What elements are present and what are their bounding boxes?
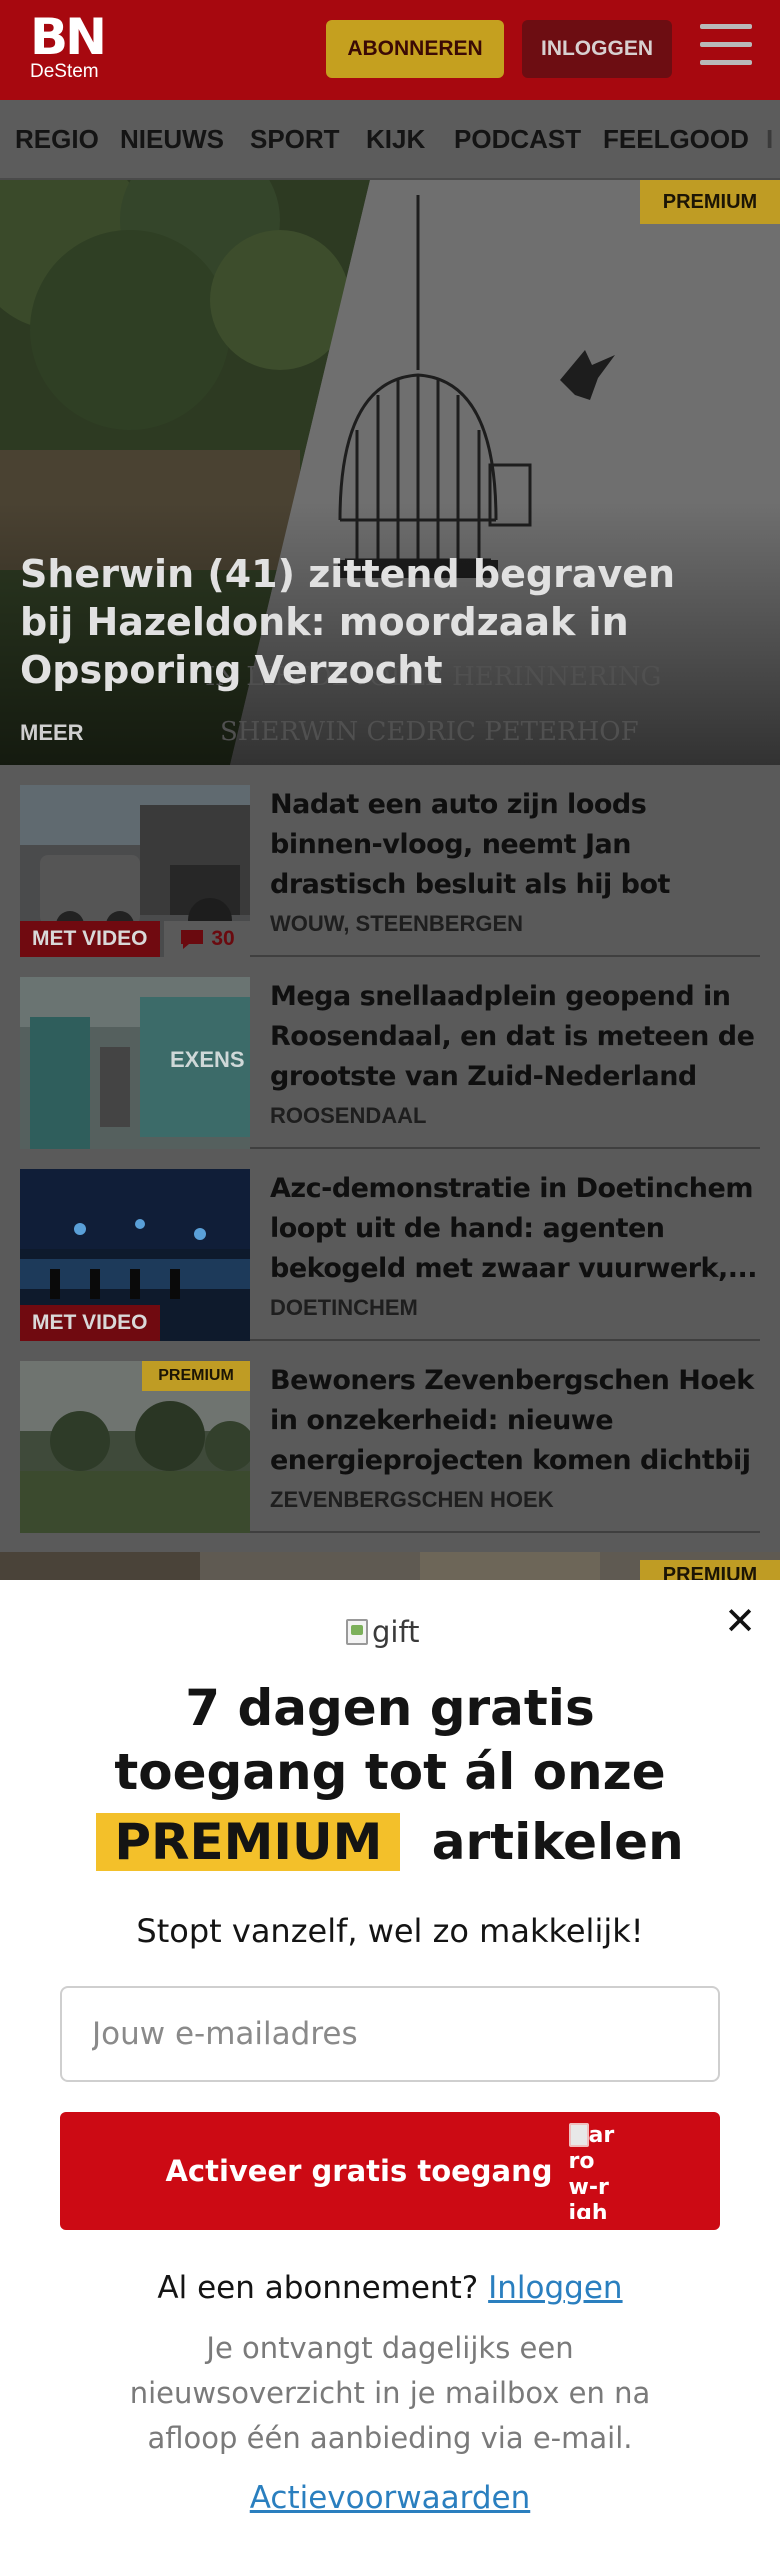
article-location: DOETINCHEM (270, 1295, 418, 1320)
premium-badge: PREMIUM (640, 180, 780, 224)
next-article-peek: PREMIUM (0, 1552, 780, 1582)
hero-title[interactable]: Sherwin (41) zittend begraven bij Hazeld… (20, 550, 740, 694)
article-title[interactable]: Bewoners Zevenbergschen Hoek in onzekerh… (270, 1361, 760, 1481)
article-thumbnail: PREMIUM (20, 1361, 250, 1533)
hero-article[interactable]: IN LIEFDEVOLLE HERINNERING SHERWIN CEDRI… (0, 180, 780, 765)
article-title[interactable]: Nadat een auto zijn loods binnen-vloog, … (270, 785, 760, 905)
nav-item-regio[interactable]: REGIO (15, 124, 99, 155)
article-location: ROOSENDAAL (270, 1103, 427, 1128)
comment-count[interactable]: 30 (164, 921, 250, 957)
info-text: Je ontvangt dagelijks een nieuwsoverzich… (129, 2331, 651, 2455)
logo-sub: DeStem (30, 61, 99, 82)
article-thumbnail: EXENS (20, 977, 250, 1149)
headline-line-2: toegang tot ál onze (114, 1743, 666, 1801)
article-location: WOUW, STEENBERGEN (270, 911, 524, 936)
menu-icon[interactable] (700, 24, 752, 72)
terms-link[interactable]: Actievoorwaarden (0, 2480, 780, 2516)
nav-item-nieuws[interactable]: NIEUWS (120, 124, 224, 155)
modal-headline: 7 dagen gratis toegang tot ál onze PREMI… (0, 1676, 780, 1874)
already-text: Al een abonnement? (157, 2270, 479, 2306)
premium-trial-modal: ✕ gift 7 dagen gratis toegang tot ál onz… (0, 1580, 780, 2560)
modal-subline: Stopt vanzelf, wel zo makkelijk! (136, 1912, 644, 1950)
activate-label: Activeer gratis toegang (165, 2154, 553, 2188)
article-thumbnail: MET VIDEO 30 (20, 785, 250, 957)
nav-item-sport[interactable]: SPORT (250, 124, 340, 155)
headline-line-1: 7 dagen gratis (185, 1679, 595, 1737)
list-item[interactable]: EXENS Mega snellaadplein geopend in Roos… (20, 957, 760, 1149)
arrow-right-icon: arrow-right (568, 2123, 615, 2219)
list-item[interactable]: MET VIDEO 30 Nadat een auto zijn loods b… (20, 765, 760, 957)
already-subscribed: Al een abonnement? Inloggen (0, 2270, 780, 2306)
nav-item-feelgood[interactable]: FEELGOOD (603, 124, 749, 155)
email-field[interactable] (60, 1986, 720, 2082)
premium-badge: PREMIUM (640, 1560, 780, 1582)
hero-image-caption-2: SHERWIN CEDRIC PETERHOF (220, 717, 639, 747)
site-logo[interactable]: BN DeStem (30, 8, 107, 82)
video-tag: MET VIDEO (20, 1305, 160, 1341)
nav-item-podcast[interactable]: PODCAST (454, 124, 581, 155)
broken-image-icon (346, 1619, 368, 1645)
article-location: ZEVENBERGSCHEN HOEK (270, 1487, 554, 1512)
list-item[interactable]: MET VIDEO Azc-demonstratie in Doetinchem… (20, 1149, 760, 1341)
page: BN DeStem ABONNEREN INLOGGEN REGIO NIEUW… (0, 0, 780, 2560)
logo-main: BN (30, 8, 107, 66)
hero-more-link[interactable]: MEER (20, 720, 84, 746)
article-title[interactable]: Azc-demonstratie in Doetinchem loopt uit… (270, 1169, 760, 1289)
comment-icon (181, 930, 204, 949)
gift-alt-text: gift (372, 1615, 420, 1649)
gift-icon: gift (346, 1612, 420, 1652)
list-item[interactable]: PREMIUM Bewoners Zevenbergschen Hoek in … (20, 1341, 760, 1533)
article-thumbnail: MET VIDEO (20, 1169, 250, 1341)
premium-badge: PREMIUM (142, 1361, 250, 1391)
comment-count-value: 30 (211, 927, 235, 950)
nav-overflow-indicator: I (766, 124, 774, 154)
activate-button[interactable]: Activeer gratis toegang arrow-right (60, 2112, 720, 2230)
login-button[interactable]: INLOGGEN (522, 20, 672, 78)
login-link[interactable]: Inloggen (488, 2270, 622, 2306)
premium-highlight: PREMIUM (96, 1813, 401, 1871)
nav-item-kijk[interactable]: KIJK (366, 124, 425, 155)
video-tag: MET VIDEO (20, 921, 160, 957)
close-icon[interactable]: ✕ (720, 1602, 760, 1642)
article-title[interactable]: Mega snellaadplein geopend in Roosendaal… (270, 977, 760, 1097)
section-nav: REGIO NIEUWS SPORT KIJK PODCAST FEELGOOD… (0, 100, 780, 180)
thumb-text: EXENS (170, 1047, 245, 1072)
subscribe-button[interactable]: ABONNEREN (326, 20, 504, 78)
site-header: BN DeStem ABONNEREN INLOGGEN (0, 0, 780, 100)
headline-rest: artikelen (431, 1813, 684, 1871)
